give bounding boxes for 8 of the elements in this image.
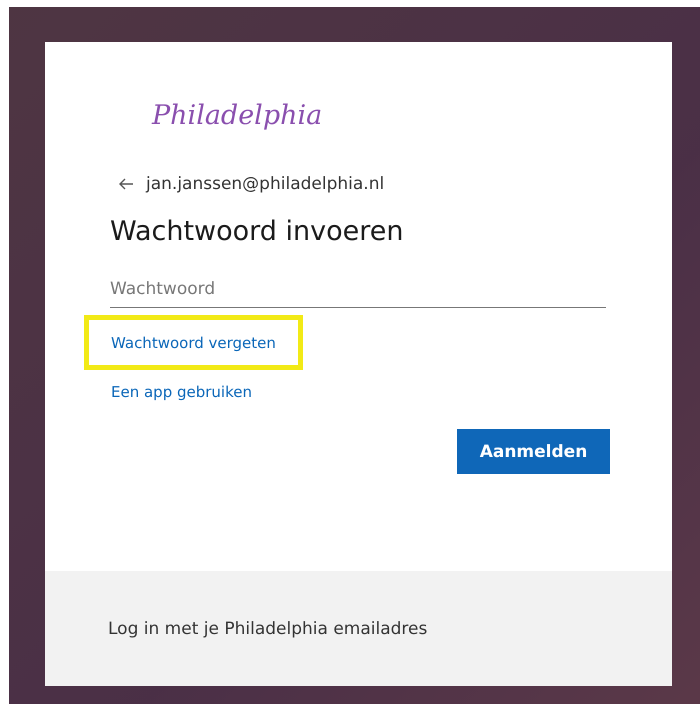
link[interactable]: Een app gebruiken (111, 383, 252, 401)
account-email: jan.janssen@philadelphia.nl (146, 174, 384, 194)
link[interactable]: Wachtwoord vergeten (111, 334, 276, 352)
back-arrow-icon[interactable] (118, 178, 134, 190)
footer-text: Log in met je Philadelphia emailadres (108, 618, 428, 638)
logo: Philadelphia (152, 100, 324, 133)
page-title: Wachtwoord invoeren (110, 216, 404, 247)
sign-in-button[interactable]: Aanmelden (457, 429, 610, 474)
